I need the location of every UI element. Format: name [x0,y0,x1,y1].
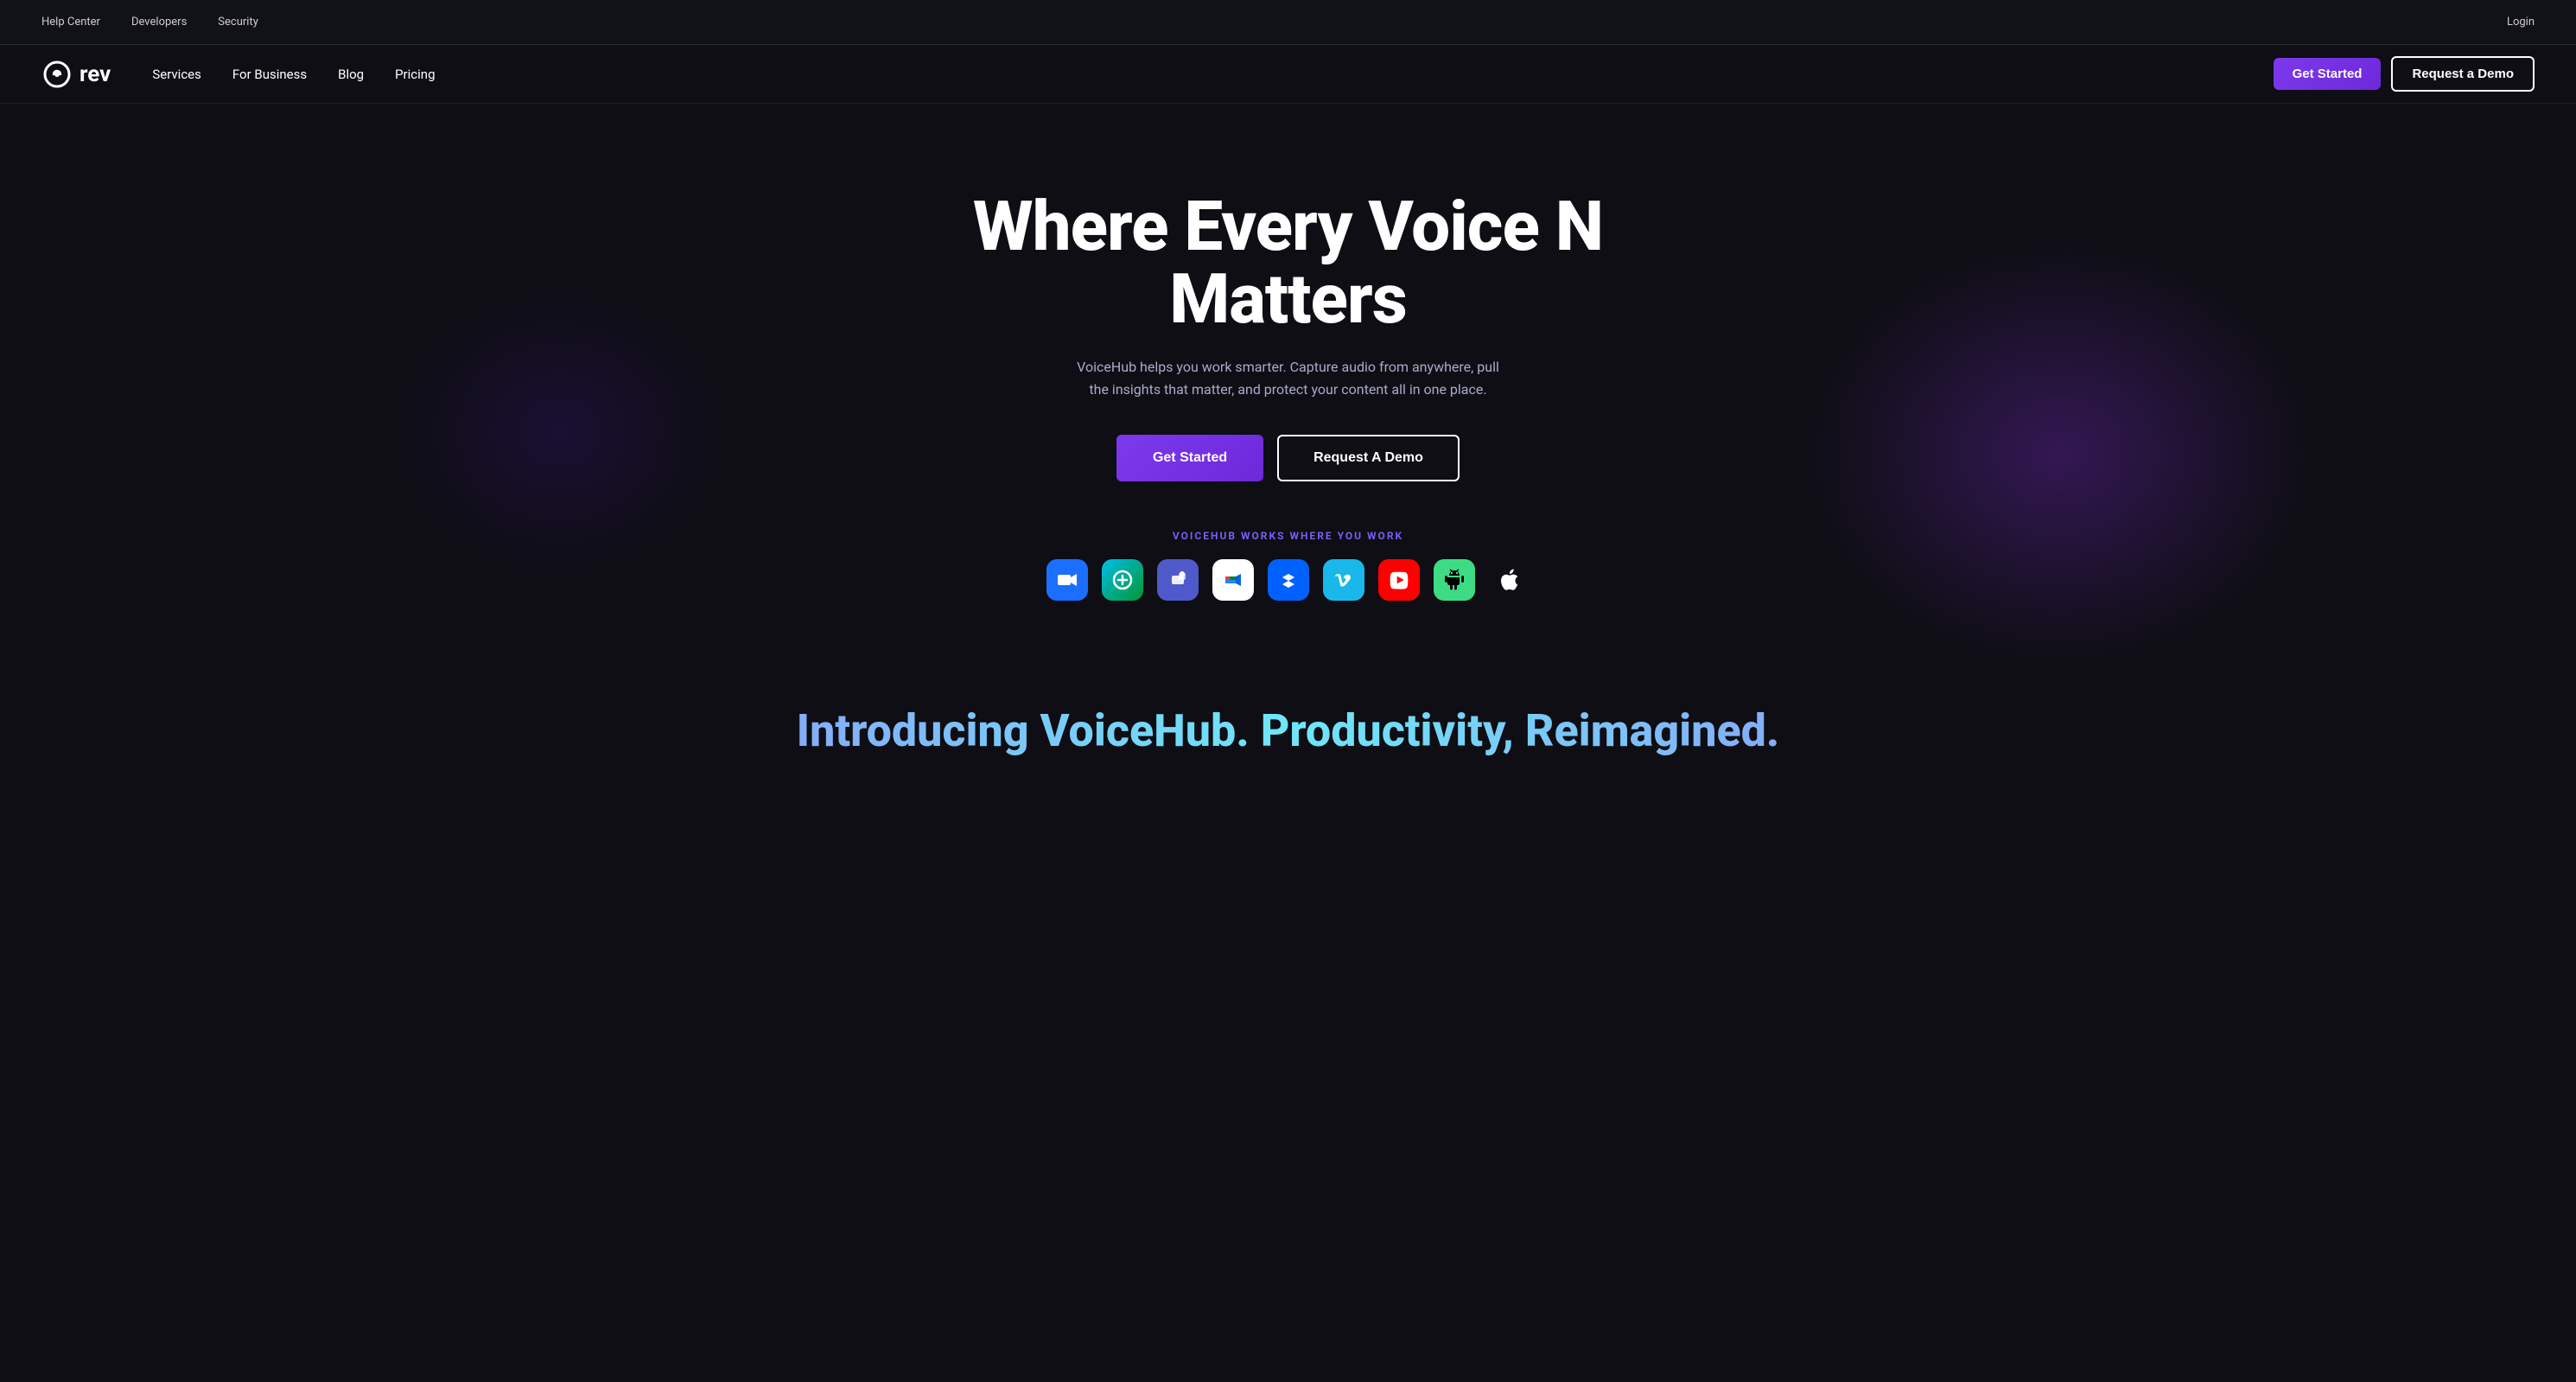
nav-left: rev Services For Business Blog Pricing [41,59,436,90]
vimeo-icon [1323,559,1364,601]
hero-title: Where Every Voice N Matters [900,190,1677,335]
introducing-section: Introducing VoiceHub. Productivity, Reim… [0,670,2576,774]
works-where: VOICEHUB WORKS WHERE YOU WORK [1046,530,1530,601]
for-business-nav-link[interactable]: For Business [232,67,307,82]
teams-icon [1157,559,1199,601]
hero-get-started-button[interactable]: Get Started [1116,435,1263,481]
integration-icons [1046,559,1530,601]
zoom-icon [1046,559,1088,601]
security-link[interactable]: Security [218,16,258,29]
main-nav: rev Services For Business Blog Pricing G… [0,45,2576,104]
introducing-title: Introducing VoiceHub. Productivity, Reim… [41,704,2535,757]
works-where-label: VOICEHUB WORKS WHERE YOU WORK [1173,530,1403,542]
blog-nav-link[interactable]: Blog [338,67,364,82]
logo-text: rev [80,61,111,87]
webex-icon [1102,559,1143,601]
help-center-link[interactable]: Help Center [41,16,100,29]
dropbox-icon [1268,559,1309,601]
nav-request-demo-button[interactable]: Request a Demo [2391,56,2535,92]
logo[interactable]: rev [41,59,111,90]
youtube-icon [1378,559,1420,601]
hero-subtitle: VoiceHub helps you work smarter. Capture… [1072,356,1504,400]
nav-links: Services For Business Blog Pricing [152,67,435,82]
developers-link[interactable]: Developers [131,16,187,29]
services-nav-link[interactable]: Services [152,67,201,82]
hero-request-demo-button[interactable]: Request A Demo [1277,435,1460,481]
pricing-nav-link[interactable]: Pricing [395,67,435,82]
top-bar: Help Center Developers Security Login [0,0,2576,45]
rev-logo-icon [41,59,73,90]
apple-icon [1489,559,1530,601]
hero-buttons: Get Started Request A Demo [1116,435,1460,481]
top-bar-links: Help Center Developers Security [41,16,258,29]
nav-right: Get Started Request a Demo [2274,56,2535,92]
android-icon [1434,559,1475,601]
nav-get-started-button[interactable]: Get Started [2274,58,2382,90]
hero-section: Where Every Voice N Matters VoiceHub hel… [0,104,2576,670]
google-meet-icon [1212,559,1254,601]
login-link[interactable]: Login [2507,16,2535,29]
